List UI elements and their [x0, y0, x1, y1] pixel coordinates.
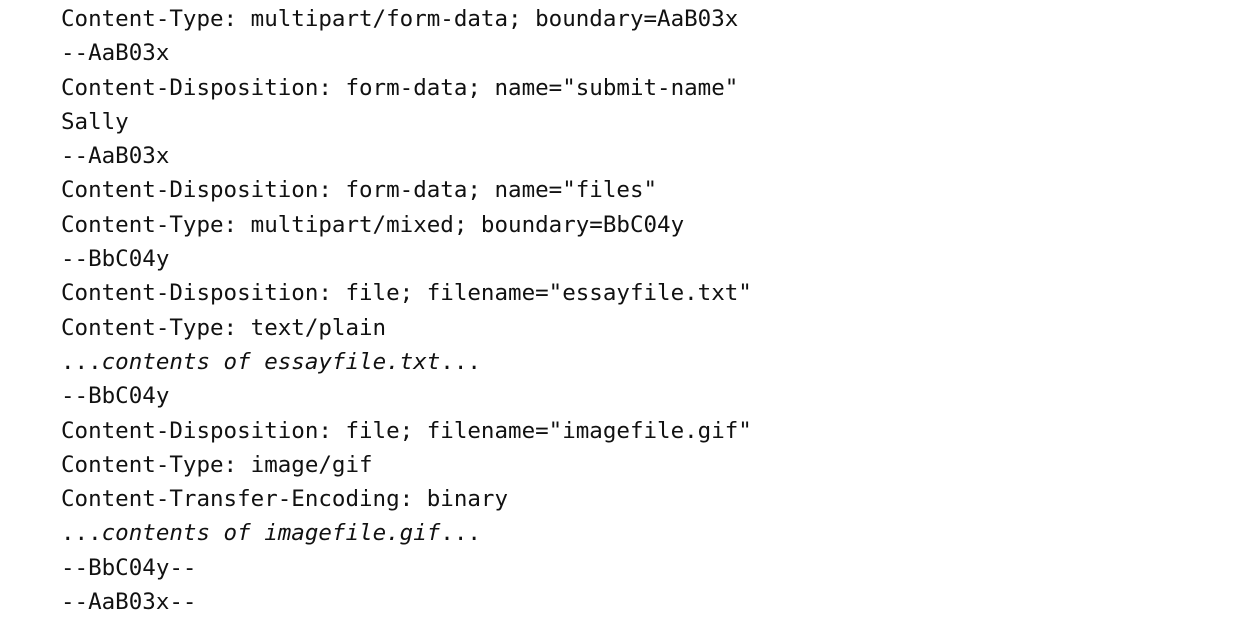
essayfile-contents-placeholder: contents of essayfile.txt [101, 348, 441, 375]
code-line-value-sally: Sally [61, 108, 129, 135]
code-line-essayfile-contents: ...contents of essayfile.txt... [61, 345, 752, 379]
imagefile-contents-placeholder: contents of imagefile.gif [101, 520, 441, 547]
code-line-imagefile-contents: ...contents of imagefile.gif... [61, 516, 752, 550]
ellipsis-suffix: ... [440, 348, 481, 375]
code-line-transfer-encoding-binary: Content-Transfer-Encoding: binary [61, 486, 509, 513]
code-line-boundary-bbc04y: --BbC04y [61, 383, 170, 410]
code-line-disposition-files: Content-Disposition: form-data; name="fi… [61, 177, 658, 204]
code-line-closing-boundary-bbc04y: --BbC04y-- [61, 554, 197, 581]
code-line-boundary-aab03x: --AaB03x [61, 143, 170, 170]
code-line-content-type-image-gif: Content-Type: image/gif [61, 451, 373, 478]
multipart-request-example: Content-Type: multipart/form-data; bound… [61, 2, 752, 619]
code-line-disposition-submit-name: Content-Disposition: form-data; name="su… [61, 74, 739, 101]
code-line-content-type-mixed: Content-Type: multipart/mixed; boundary=… [61, 211, 685, 238]
code-line-boundary-bbc04y: --BbC04y [61, 246, 170, 273]
code-line-content-type-form-data: Content-Type: multipart/form-data; bound… [61, 6, 739, 32]
ellipsis-prefix: ... [61, 520, 102, 547]
code-line-disposition-essayfile: Content-Disposition: file; filename="ess… [61, 280, 752, 307]
code-line-disposition-imagefile: Content-Disposition: file; filename="ima… [61, 417, 752, 444]
code-line-closing-boundary-aab03x: --AaB03x-- [61, 589, 197, 616]
ellipsis-prefix: ... [61, 348, 102, 375]
ellipsis-suffix: ... [440, 520, 481, 547]
code-line-content-type-text-plain: Content-Type: text/plain [61, 314, 387, 341]
code-line-boundary-aab03x: --AaB03x [61, 40, 170, 67]
